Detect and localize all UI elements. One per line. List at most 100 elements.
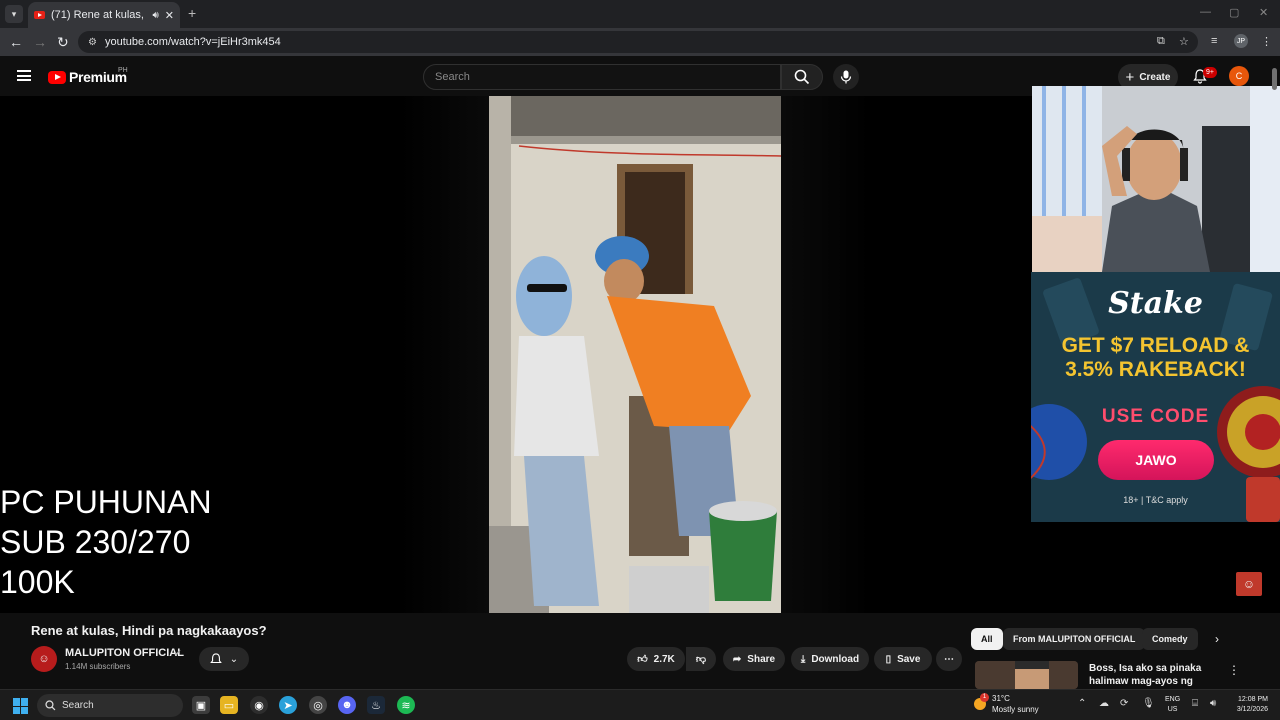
chevron-right-icon[interactable]: › — [1215, 632, 1219, 646]
youtube-logo[interactable]: Premium — [48, 69, 127, 85]
chip-all[interactable]: All — [971, 628, 1003, 650]
steam-icon[interactable]: ♨ — [367, 696, 385, 714]
search-input[interactable]: Search — [423, 64, 781, 90]
cast-icon[interactable]: ⧉ — [1157, 35, 1165, 48]
ad-code-button[interactable]: JAWO — [1098, 440, 1214, 480]
voice-search-button[interactable] — [833, 64, 859, 90]
more-actions-button[interactable]: ⋯ — [936, 647, 962, 671]
chip-from-channel[interactable]: From MALUPITON OFFICIAL — [1003, 628, 1146, 650]
like-button[interactable]: 👍︎ 2.7K — [627, 647, 685, 671]
file-explorer-icon[interactable]: ▭ — [220, 696, 238, 714]
bookmark-star-icon[interactable]: ☆ — [1179, 35, 1189, 48]
taskbar-search-label: Search — [62, 700, 94, 711]
windows-taskbar: Search ▣ ▭ ◉ ➤ ◎ ☻ ♨ ≋ 1 31°C Mostly sun… — [0, 689, 1280, 720]
language-indicator[interactable]: ENG US — [1165, 695, 1180, 715]
streamer-webcam — [1032, 86, 1280, 272]
browser-tab-active[interactable]: (71) Rene at kulas, Hindi pa nagkakaayos… — [28, 2, 180, 28]
like-count: 2.7K — [653, 653, 675, 665]
ad-headline-line: GET $7 RELOAD & — [1061, 334, 1250, 357]
player-ambient-right — [780, 96, 870, 613]
verified-badge-icon: ✔ — [174, 648, 182, 658]
account-avatar[interactable]: C — [1229, 66, 1249, 86]
network-icon[interactable]: ⌸ — [1192, 698, 1198, 709]
bell-icon — [209, 652, 222, 663]
microphone-icon — [840, 70, 852, 84]
chip-comedy[interactable]: Comedy — [1142, 628, 1198, 650]
share-label: Share — [747, 653, 776, 665]
language-code: ENG — [1165, 696, 1181, 703]
windows-start-icon[interactable] — [13, 698, 29, 714]
address-bar[interactable]: ⚙ youtube.com/watch?v=jEiHr3mk454 — [78, 31, 1198, 53]
clock-time: 12:08 PM — [1238, 696, 1268, 703]
taskbar-search[interactable]: Search — [37, 694, 183, 717]
tab-search-button[interactable]: ▾ — [5, 5, 23, 23]
search-button[interactable] — [781, 64, 823, 90]
youtube-favicon-icon — [34, 11, 45, 19]
region-code: PH — [118, 67, 128, 74]
discord-icon[interactable]: ☻ — [338, 696, 356, 714]
share-icon: ➦ — [732, 653, 742, 665]
channel-name[interactable]: MALUPITON OFFICIAL — [65, 647, 184, 659]
site-info-icon[interactable]: ⚙ — [88, 37, 97, 48]
minimize-icon[interactable]: — — [1200, 6, 1211, 18]
reload-icon[interactable]: ↻ — [57, 34, 69, 51]
browser-menu-icon[interactable]: ⋮ — [1261, 35, 1272, 48]
new-tab-button[interactable]: + — [188, 5, 196, 21]
maximize-icon[interactable]: ▢ — [1229, 6, 1239, 19]
browser-toolbar: ← → ↻ ⚙ youtube.com/watch?v=jEiHr3mk454 … — [0, 28, 1280, 56]
system-clock[interactable]: 12:08 PM 3/12/2026 — [1228, 695, 1268, 715]
search-icon — [794, 69, 810, 85]
profile-avatar[interactable]: JP — [1234, 34, 1248, 48]
media-queue-icon[interactable]: ≡ — [1211, 35, 1217, 47]
microphone-icon[interactable]: 🎙︎ — [1142, 698, 1155, 709]
video-scene-image — [489, 96, 781, 613]
tray-app-icon[interactable]: ⟳ — [1120, 698, 1128, 709]
volume-icon[interactable]: 🔊︎ — [1210, 698, 1216, 709]
page-scrollbar[interactable] — [1272, 68, 1277, 90]
close-window-icon[interactable]: ✕ — [1259, 6, 1268, 19]
hamburger-menu-icon[interactable] — [17, 70, 31, 81]
save-button[interactable]: ▯ Save — [874, 647, 932, 671]
share-button[interactable]: ➦ Share — [723, 647, 785, 671]
notifications-badge: 9+ — [1203, 67, 1217, 78]
download-button[interactable]: ⤓ Download — [791, 647, 869, 671]
dislike-button[interactable]: 👎︎ — [686, 647, 716, 671]
overlay-line: PC PUHUNAN — [0, 484, 212, 520]
thumbs-up-icon: 👍︎ — [637, 654, 648, 665]
chrome-icon[interactable]: ◉ — [250, 696, 268, 714]
create-label: Create — [1139, 71, 1171, 83]
telegram-icon[interactable]: ➤ — [279, 696, 297, 714]
channel-watermark-icon[interactable]: ☺ — [1236, 572, 1262, 596]
search-placeholder: Search — [435, 71, 470, 83]
spotify-icon[interactable]: ≋ — [397, 696, 415, 714]
video-frame[interactable] — [489, 96, 781, 613]
forward-icon[interactable]: → — [33, 34, 47, 50]
thumbs-down-icon: 👎︎ — [695, 654, 707, 665]
stream-overlay-text: PC PUHUNAN SUB 230/270 100K — [0, 482, 212, 602]
weather-icon[interactable]: 1 — [971, 693, 989, 718]
weather-condition: Mostly sunny — [992, 705, 1039, 714]
obs-icon[interactable]: ◎ — [309, 696, 327, 714]
recommendation-title-line: Boss, Isa ako sa pinaka — [1089, 663, 1202, 674]
speaker-icon[interactable]: 🔊︎ — [152, 10, 158, 21]
channel-avatar[interactable]: ☺ — [31, 646, 57, 672]
tray-app-icon[interactable]: ☁ — [1099, 698, 1109, 709]
weather-temperature: 31°C — [992, 694, 1010, 703]
recommendation-thumbnail[interactable] — [975, 661, 1078, 689]
region-code: US — [1167, 706, 1178, 713]
ad-use-code-label: USE CODE — [1101, 406, 1210, 427]
stake-ad-banner[interactable]: Stake GET $7 RELOAD & 3.5% RAKEBACK! USE… — [1031, 272, 1280, 522]
tab-title: (71) Rene at kulas, Hindi pa nagkakaayos… — [51, 9, 146, 21]
weather-badge: 1 — [980, 693, 989, 702]
recommendation-more-icon[interactable]: ⋮ — [1228, 663, 1240, 677]
tray-overflow-icon[interactable]: ⌃ — [1078, 698, 1086, 709]
subscription-bell-button[interactable]: ⌄ — [199, 647, 249, 671]
close-tab-icon[interactable]: ✕ — [165, 9, 174, 22]
task-view-icon[interactable]: ▣ — [192, 696, 210, 714]
subscriber-count: 1.14M subscribers — [65, 662, 131, 671]
overlay-line: SUB 230/270 — [0, 524, 191, 560]
more-horizontal-icon: ⋯ — [944, 653, 954, 665]
back-icon[interactable]: ← — [9, 34, 23, 50]
url-text: youtube.com/watch?v=jEiHr3mk454 — [104, 36, 281, 48]
download-icon: ⤓ — [800, 653, 806, 665]
